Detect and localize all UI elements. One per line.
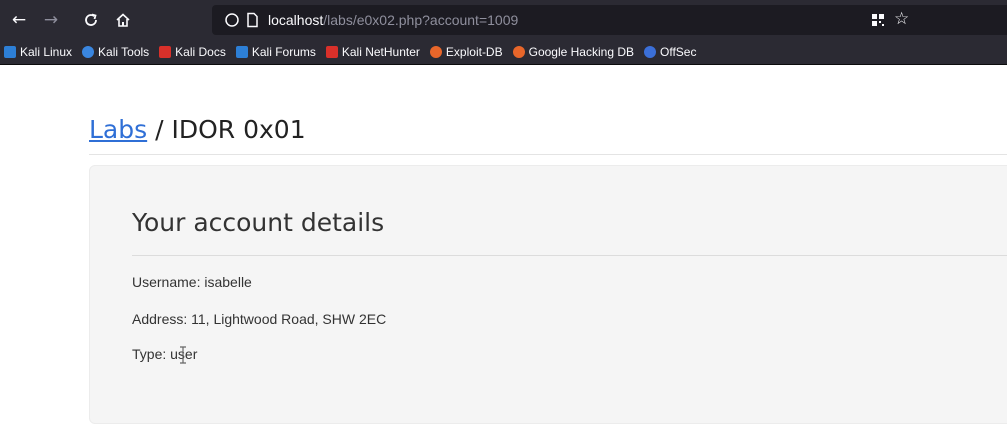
bookmark-kali-docs[interactable]: Kali Docs bbox=[159, 45, 226, 59]
bookmark-label: Kali Tools bbox=[98, 45, 150, 59]
bookmark-exploit-db[interactable]: Exploit-DB bbox=[429, 45, 503, 59]
kali-forums-icon bbox=[235, 46, 248, 58]
reload-button[interactable] bbox=[80, 8, 102, 32]
offsec-icon bbox=[644, 46, 656, 58]
page-icon bbox=[247, 12, 258, 28]
bookmark-kali-linux[interactable]: Kali Linux bbox=[4, 45, 72, 59]
kali-tools-icon bbox=[82, 46, 95, 58]
kali-docs-icon bbox=[159, 46, 172, 58]
breadcrumb: Labs / IDOR 0x01 bbox=[89, 114, 306, 146]
exploit-db-icon bbox=[429, 46, 442, 58]
forward-button[interactable]: → bbox=[40, 8, 62, 32]
forward-arrow-icon: → bbox=[43, 10, 59, 30]
bookmark-label: Kali NetHunter bbox=[341, 45, 420, 59]
bookmark-google-hacking-db[interactable]: Google Hacking DB bbox=[512, 45, 634, 59]
url-text[interactable]: localhost/labs/e0x02.php?account=1009 bbox=[268, 11, 518, 29]
bookmark-kali-forums[interactable]: Kali Forums bbox=[235, 45, 316, 59]
bookmark-label: OffSec bbox=[660, 45, 697, 59]
home-icon bbox=[116, 13, 130, 27]
nethunter-icon bbox=[325, 46, 338, 58]
text-cursor-icon bbox=[180, 346, 186, 364]
card-title: Your account details bbox=[132, 208, 385, 237]
card-divider bbox=[132, 255, 1007, 256]
bookmark-kali-tools[interactable]: Kali Tools bbox=[82, 45, 149, 59]
browser-toolbar: ← → localhost/labs/e0x02.php?account=100… bbox=[0, 0, 1007, 40]
username-text: Username: isabelle bbox=[132, 274, 252, 290]
bookmark-offsec[interactable]: OffSec bbox=[644, 45, 696, 59]
breadcrumb-separator: / bbox=[147, 115, 172, 144]
bookmark-star-icon[interactable]: ☆ bbox=[894, 9, 912, 29]
breadcrumb-labs-link[interactable]: Labs bbox=[89, 115, 147, 144]
back-button[interactable]: ← bbox=[8, 8, 30, 32]
url-host: localhost bbox=[268, 12, 324, 28]
bookmark-label: Google Hacking DB bbox=[528, 45, 634, 59]
home-button[interactable] bbox=[112, 8, 134, 32]
bookmark-kali-nethunter[interactable]: Kali NetHunter bbox=[325, 45, 420, 59]
reload-icon bbox=[85, 13, 97, 26]
bookmark-label: Kali Forums bbox=[251, 45, 316, 59]
bookmark-label: Kali Linux bbox=[20, 45, 73, 59]
ghdb-icon bbox=[512, 46, 525, 58]
breadcrumb-current: IDOR 0x01 bbox=[171, 115, 306, 144]
bookmark-label: Kali Docs bbox=[175, 45, 226, 59]
bookmarks-toolbar: Kali Linux Kali Tools Kali Docs Kali For… bbox=[0, 40, 1007, 65]
account-card bbox=[89, 165, 1007, 424]
address-text: Address: 11, Lightwood Road, SHW 2EC bbox=[132, 311, 387, 327]
shield-icon bbox=[225, 13, 239, 27]
title-divider bbox=[89, 154, 1007, 155]
bookmark-label: Exploit-DB bbox=[445, 45, 503, 59]
kali-dragon-icon bbox=[4, 46, 16, 58]
type-text: Type: user bbox=[132, 346, 198, 362]
url-bar[interactable]: localhost/labs/e0x02.php?account=1009 ☆ bbox=[212, 5, 1007, 35]
back-arrow-icon: ← bbox=[11, 10, 27, 30]
qr-code-icon[interactable] bbox=[870, 12, 886, 28]
url-path: /labs/e0x02.php?account=1009 bbox=[323, 12, 519, 28]
